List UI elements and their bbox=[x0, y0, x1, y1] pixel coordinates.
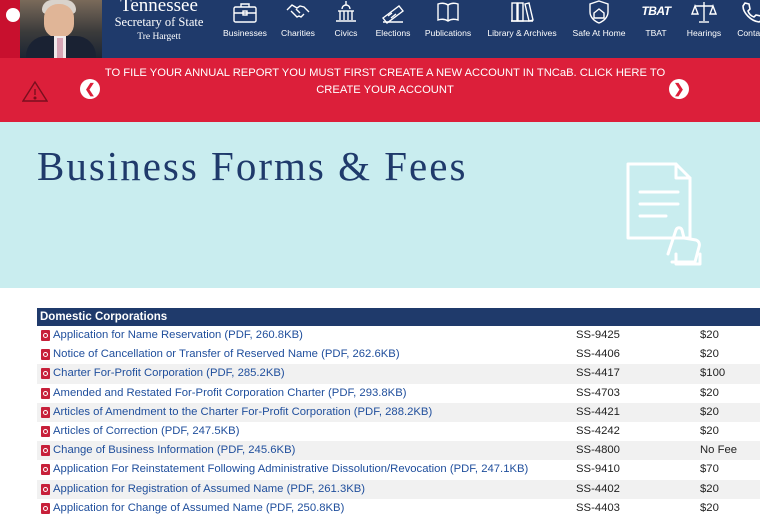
form-fee: $20 bbox=[700, 386, 719, 399]
table-row: Application for Name Reservation (PDF, 2… bbox=[37, 326, 760, 345]
secretary-portrait bbox=[20, 0, 102, 58]
nav-label-tbat: TBAT bbox=[645, 28, 667, 38]
pdf-icon bbox=[41, 368, 50, 380]
table-row: Application For Reinstatement Following … bbox=[37, 460, 760, 479]
books-icon bbox=[511, 2, 534, 22]
alert-next-button[interactable]: ❯ bbox=[669, 79, 689, 99]
scales-icon bbox=[691, 2, 717, 23]
form-fee: $20 bbox=[700, 329, 719, 341]
form-number: SS-4800 bbox=[576, 444, 620, 457]
table-row: Charter For-Profit Corporation (PDF, 285… bbox=[37, 364, 760, 384]
table-row: Articles of Amendment to the Charter For… bbox=[37, 402, 760, 422]
form-number: SS-4403 bbox=[576, 501, 620, 514]
form-fee: $20 bbox=[700, 348, 719, 361]
site-header: Tennessee Secretary of State Tre Hargett… bbox=[0, 0, 760, 58]
form-link[interactable]: Charter For-Profit Corporation (PDF, 285… bbox=[53, 364, 285, 383]
form-fee: $20 bbox=[700, 424, 719, 437]
nav-item-publications[interactable]: Publications bbox=[420, 0, 476, 58]
form-fee: $100 bbox=[700, 367, 726, 380]
book-icon bbox=[437, 2, 459, 22]
nav-item-charities[interactable]: Charities bbox=[274, 0, 322, 58]
nav-item-businesses[interactable]: Businesses bbox=[218, 0, 272, 58]
nav-label-publications: Publications bbox=[424, 28, 472, 38]
form-number: SS-4703 bbox=[576, 386, 620, 399]
table-row: Notice of Cancellation or Transfer of Re… bbox=[37, 345, 760, 364]
table-row: Change of Business Information (PDF, 245… bbox=[37, 441, 760, 461]
nav-item-library-archives[interactable]: Library & Archives bbox=[482, 0, 562, 58]
nav-label-contact: Contact bbox=[737, 28, 760, 38]
nav-item-hearings[interactable]: Hearings bbox=[682, 0, 726, 58]
site-logo[interactable]: Tennessee Secretary of State Tre Hargett bbox=[108, 0, 210, 44]
capitol-icon bbox=[336, 1, 356, 22]
form-number: SS-4402 bbox=[576, 482, 620, 495]
alert-banner: ❮ TO FILE YOUR ANNUAL REPORT YOU MUST FI… bbox=[0, 58, 760, 122]
table-section-heading: Domestic Corporations bbox=[37, 308, 760, 326]
phone-icon bbox=[742, 2, 760, 23]
nav-label-civics: Civics bbox=[334, 28, 358, 38]
brand-office: Secretary of State bbox=[114, 15, 204, 29]
form-fee: $70 bbox=[700, 463, 719, 476]
brand-state: Tennessee bbox=[120, 0, 198, 16]
alert-message-link[interactable]: TO FILE YOUR ANNUAL REPORT YOU MUST FIRS… bbox=[102, 65, 668, 99]
ballot-icon bbox=[382, 5, 404, 24]
nav-label-library-archives: Library & Archives bbox=[487, 28, 557, 38]
nav-label-businesses: Businesses bbox=[223, 28, 267, 38]
page-hero: Business Forms & Fees bbox=[0, 122, 760, 288]
form-link[interactable]: Application for Registration of Assumed … bbox=[53, 480, 365, 499]
form-number: SS-9410 bbox=[576, 463, 620, 476]
form-fee: $20 bbox=[700, 501, 719, 514]
nav-label-hearings: Hearings bbox=[686, 28, 722, 38]
pdf-icon bbox=[41, 349, 50, 361]
form-link[interactable]: Articles of Amendment to the Charter For… bbox=[53, 403, 432, 422]
nav-item-safe-at-home[interactable]: Safe At Home bbox=[568, 0, 630, 58]
form-link[interactable]: Application For Reinstatement Following … bbox=[53, 460, 528, 479]
form-fee: $20 bbox=[700, 482, 719, 495]
pdf-icon bbox=[41, 387, 50, 399]
form-link[interactable]: Application for Name Reservation (PDF, 2… bbox=[53, 326, 303, 345]
shield-home-icon bbox=[589, 0, 609, 24]
pdf-icon bbox=[41, 330, 50, 341]
form-number: SS-4421 bbox=[576, 405, 620, 418]
forms-table: Domestic Corporations Application for Na… bbox=[37, 308, 760, 518]
form-number: SS-9425 bbox=[576, 329, 620, 341]
form-fee: $20 bbox=[700, 405, 719, 418]
pdf-icon bbox=[41, 483, 50, 495]
form-link[interactable]: Application for Change of Assumed Name (… bbox=[53, 499, 344, 518]
nav-item-tbat[interactable]: TBAT TBAT bbox=[636, 0, 676, 58]
pdf-icon bbox=[41, 425, 50, 437]
form-fee: No Fee bbox=[700, 444, 738, 457]
table-row: Application for Change of Assumed Name (… bbox=[37, 499, 760, 518]
form-number: SS-4417 bbox=[576, 367, 620, 380]
pdf-icon bbox=[41, 406, 50, 418]
form-link[interactable]: Notice of Cancellation or Transfer of Re… bbox=[53, 345, 400, 364]
alert-prev-button[interactable]: ❮ bbox=[80, 79, 100, 99]
page-title: Business Forms & Fees bbox=[37, 143, 468, 189]
briefcase-icon bbox=[233, 3, 257, 23]
form-number: SS-4242 bbox=[576, 424, 620, 437]
document-hand-icon bbox=[626, 162, 702, 266]
nav-item-contact[interactable]: Contact bbox=[732, 0, 760, 58]
tennessee-flag-image bbox=[0, 0, 22, 58]
form-number: SS-4406 bbox=[576, 348, 620, 361]
nav-label-charities: Charities bbox=[281, 28, 315, 38]
form-link[interactable]: Change of Business Information (PDF, 245… bbox=[53, 441, 295, 460]
nav-item-civics[interactable]: Civics bbox=[326, 0, 366, 58]
form-link[interactable]: Articles of Correction (PDF, 247.5KB) bbox=[53, 422, 239, 441]
nav-label-elections: Elections bbox=[375, 28, 411, 38]
brand-official: Tre Hargett bbox=[137, 32, 181, 42]
table-row: Amended and Restated For-Profit Corporat… bbox=[37, 384, 760, 403]
handshake-icon bbox=[286, 4, 310, 18]
table-row: Articles of Correction (PDF, 247.5KB) SS… bbox=[37, 422, 760, 441]
warning-icon bbox=[22, 80, 48, 102]
nav-label-safe-at-home: Safe At Home bbox=[572, 28, 626, 38]
pdf-icon bbox=[41, 464, 50, 476]
form-link[interactable]: Amended and Restated For-Profit Corporat… bbox=[53, 384, 407, 403]
pdf-icon bbox=[41, 502, 50, 514]
table-row: Application for Registration of Assumed … bbox=[37, 479, 760, 499]
tbat-logo-icon: TBAT bbox=[641, 4, 671, 18]
pdf-icon bbox=[41, 445, 50, 457]
nav-item-elections[interactable]: Elections bbox=[370, 0, 416, 58]
